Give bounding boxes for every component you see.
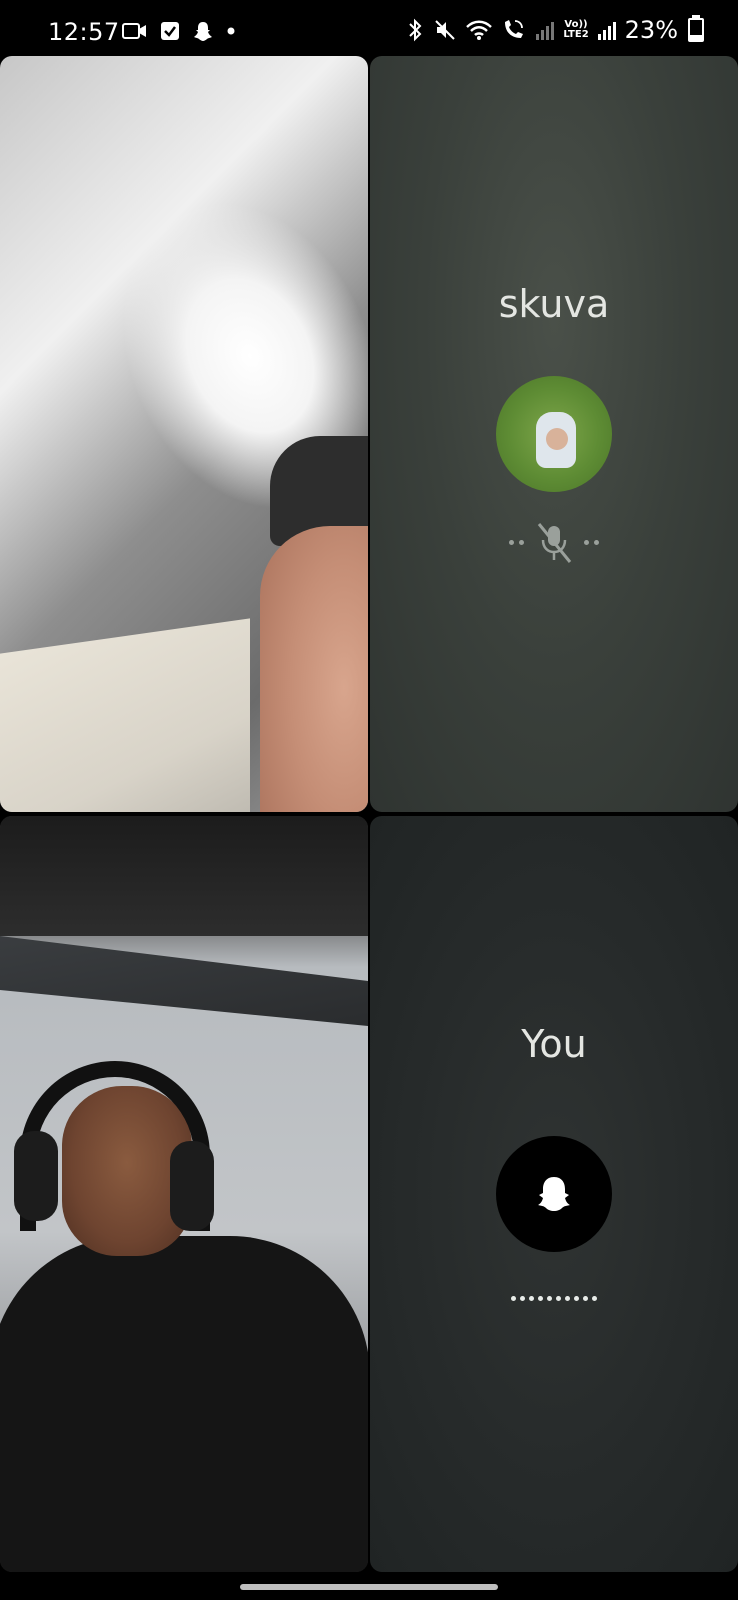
wifi-icon [466,20,493,40]
status-notification-icons [122,20,236,42]
headphones-earcup-left [14,1131,58,1221]
avatar-figure-head [546,428,568,450]
audio-dots-left [509,539,524,545]
wifi-calling-icon [505,20,524,38]
participant-name-self: You [521,1022,587,1066]
headphones-earcup-right [170,1141,214,1231]
battery-icon [688,15,704,42]
ceiling-beam [0,816,368,936]
status-system-icons: Vo)) LTE2 23% [405,15,704,44]
checkbox-icon [161,22,179,40]
hoodie [0,1236,368,1572]
ceiling-panel [0,618,250,812]
participant-avatar [496,376,612,492]
self-avatar [496,1136,612,1252]
notification-dot-icon [227,27,235,35]
ceiling-beam-lower [0,936,368,1026]
participant-card-self[interactable]: You [370,816,738,1572]
snapchat-icon [194,22,212,41]
participant-name: skuva [498,282,610,326]
video-tile-self-camera[interactable] [0,816,368,1572]
signal-icon [536,22,555,40]
battery-level [690,35,702,40]
self-audio-indicator [370,1296,738,1301]
call-screen: 12:57 Vo)) LTE2 23% skuva You [0,0,738,1600]
home-indicator[interactable] [240,1584,498,1590]
battery-percent: 23% [624,16,678,44]
audio-level-dots [511,1296,597,1301]
partial-face [260,526,368,812]
mic-muted-icon [537,523,572,563]
lte-label: LTE2 [563,29,589,40]
ghost-icon [538,1177,570,1211]
audio-dots-right [584,539,599,545]
status-bar: 12:57 Vo)) LTE2 23% [0,0,738,54]
mic-status-indicator [370,520,738,564]
video-camera-icon [122,23,146,39]
volte-icon: Vo)) LTE2 [563,20,588,40]
status-time: 12:57 [48,18,120,46]
participant-card-remote[interactable]: skuva [370,56,738,812]
signal-icon [597,22,616,40]
bluetooth-icon [409,18,422,42]
video-tile-remote-camera[interactable] [0,56,368,812]
mute-icon [435,20,456,40]
